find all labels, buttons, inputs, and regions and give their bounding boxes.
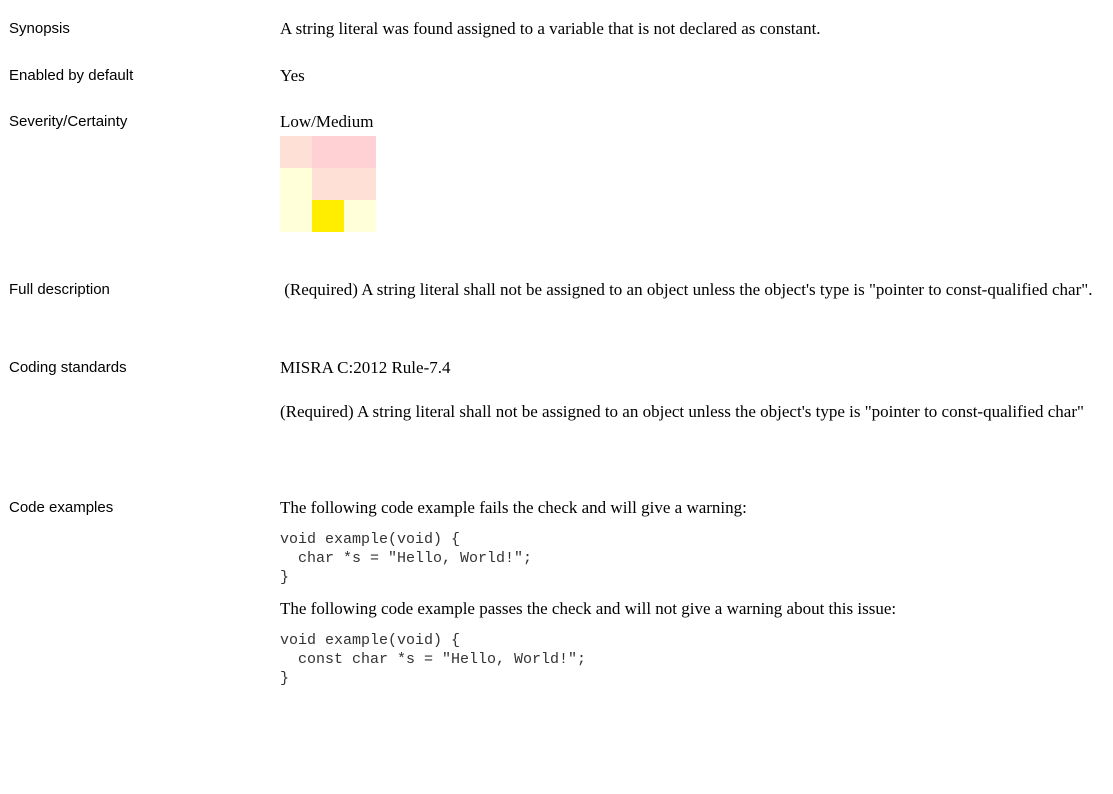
coding-standard-name: MISRA C:2012 Rule-7.4: [280, 358, 451, 377]
severity-matrix-cell: [280, 168, 312, 200]
pass-example-intro: The following code example passes the ch…: [280, 599, 897, 618]
severity-label: Severity/Certainty: [9, 113, 128, 130]
code-examples-block: The following code example fails the che…: [280, 496, 1095, 688]
coding-standards-label: Coding standards: [9, 359, 127, 376]
severity-matrix-cell: [312, 136, 344, 168]
severity-matrix-cell: [280, 136, 312, 168]
severity-matrix-cell: [344, 200, 376, 232]
severity-matrix-cell: [344, 168, 376, 200]
coding-standard-description: (Required) A string literal shall not be…: [280, 402, 1084, 421]
severity-highlighted-cell: [312, 200, 344, 232]
severity-value: Low/Medium: [280, 112, 374, 131]
severity-matrix-cell: [280, 200, 312, 232]
fail-example-intro: The following code example fails the che…: [280, 498, 747, 517]
enabled-value: Yes: [280, 66, 305, 85]
full-description-text: (Required) A string literal shall not be…: [280, 280, 1093, 299]
enabled-label: Enabled by default: [9, 67, 134, 84]
code-examples-label: Code examples: [9, 499, 114, 516]
severity-certainty-matrix: [280, 136, 1095, 232]
severity-matrix-cell: [344, 136, 376, 168]
synopsis-label: Synopsis: [9, 20, 70, 37]
synopsis-text: A string literal was found assigned to a…: [280, 19, 821, 38]
full-description-label: Full description: [9, 281, 110, 298]
severity-value-block: Low/Medium: [280, 110, 1095, 232]
rule-documentation-page: Synopsis A string literal was found assi…: [0, 0, 1113, 794]
fail-code-example: void example(void) { char *s = "Hello, W…: [280, 531, 533, 586]
severity-matrix-cell: [312, 168, 344, 200]
pass-code-example: void example(void) { const char *s = "He…: [280, 632, 587, 687]
coding-standards-block: MISRA C:2012 Rule-7.4 (Required) A strin…: [280, 356, 1095, 424]
